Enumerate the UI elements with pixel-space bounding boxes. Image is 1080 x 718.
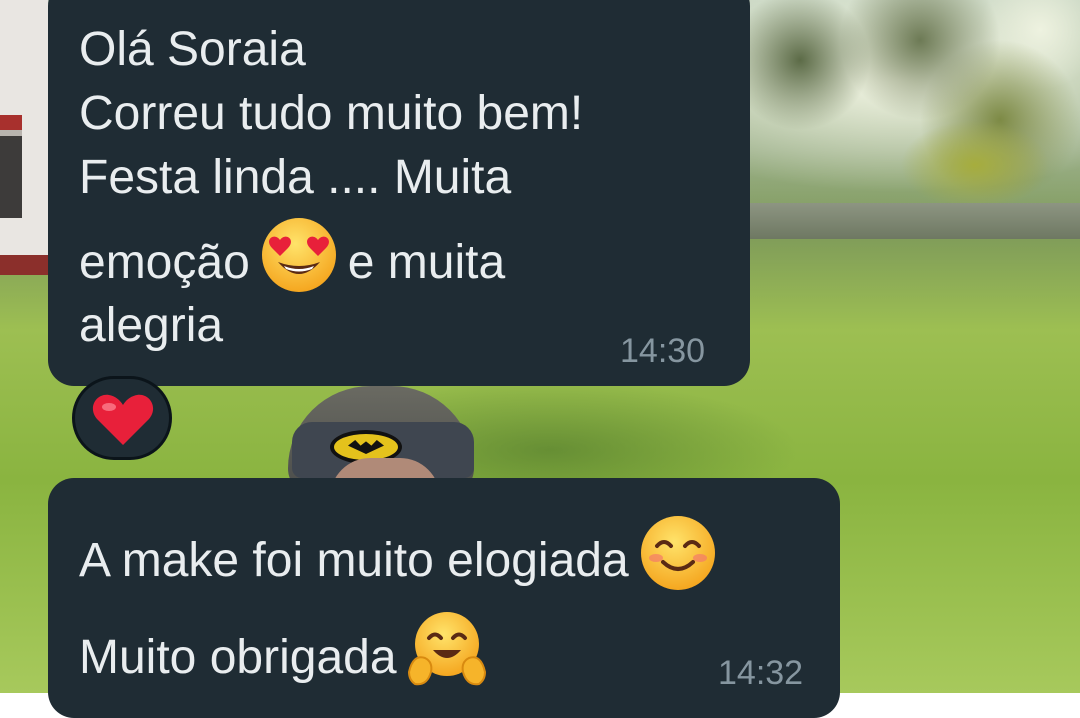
message-reaction[interactable]	[72, 376, 172, 460]
message-bubble-incoming[interactable]: A make foi muito elogiada Muito obrigada…	[48, 478, 840, 718]
message-text-fragment: A make foi muito elogiada	[79, 533, 629, 587]
message-timestamp: 14:30	[620, 332, 706, 370]
message-text-line: Correu tudo muito bem!	[79, 87, 584, 140]
red-heart-emoji	[92, 394, 154, 445]
message-text-fragment: e muita	[347, 235, 506, 289]
smiling-face-emoji	[639, 514, 717, 607]
hugging-face-emoji	[407, 610, 487, 705]
message-timestamp: 14:32	[718, 654, 804, 692]
message-text-line-with-emoji: A make foi muito elogiada	[79, 514, 727, 607]
message-text-line-with-emoji: Muito obrigada	[79, 610, 497, 705]
message-list[interactable]: Olá Soraia Correu tudo muito bem! Festa …	[0, 0, 1080, 718]
message-bubble-incoming[interactable]: Olá Soraia Correu tudo muito bem! Festa …	[48, 0, 750, 386]
heart-eyes-emoji	[260, 216, 338, 309]
message-text-fragment: Muito obrigada	[79, 630, 397, 684]
message-text-line: Olá Soraia	[79, 23, 306, 76]
message-text-line: Festa linda .... Muita	[79, 151, 512, 204]
message-text-fragment: emoção	[79, 235, 250, 289]
message-text-line: alegria	[79, 299, 224, 352]
